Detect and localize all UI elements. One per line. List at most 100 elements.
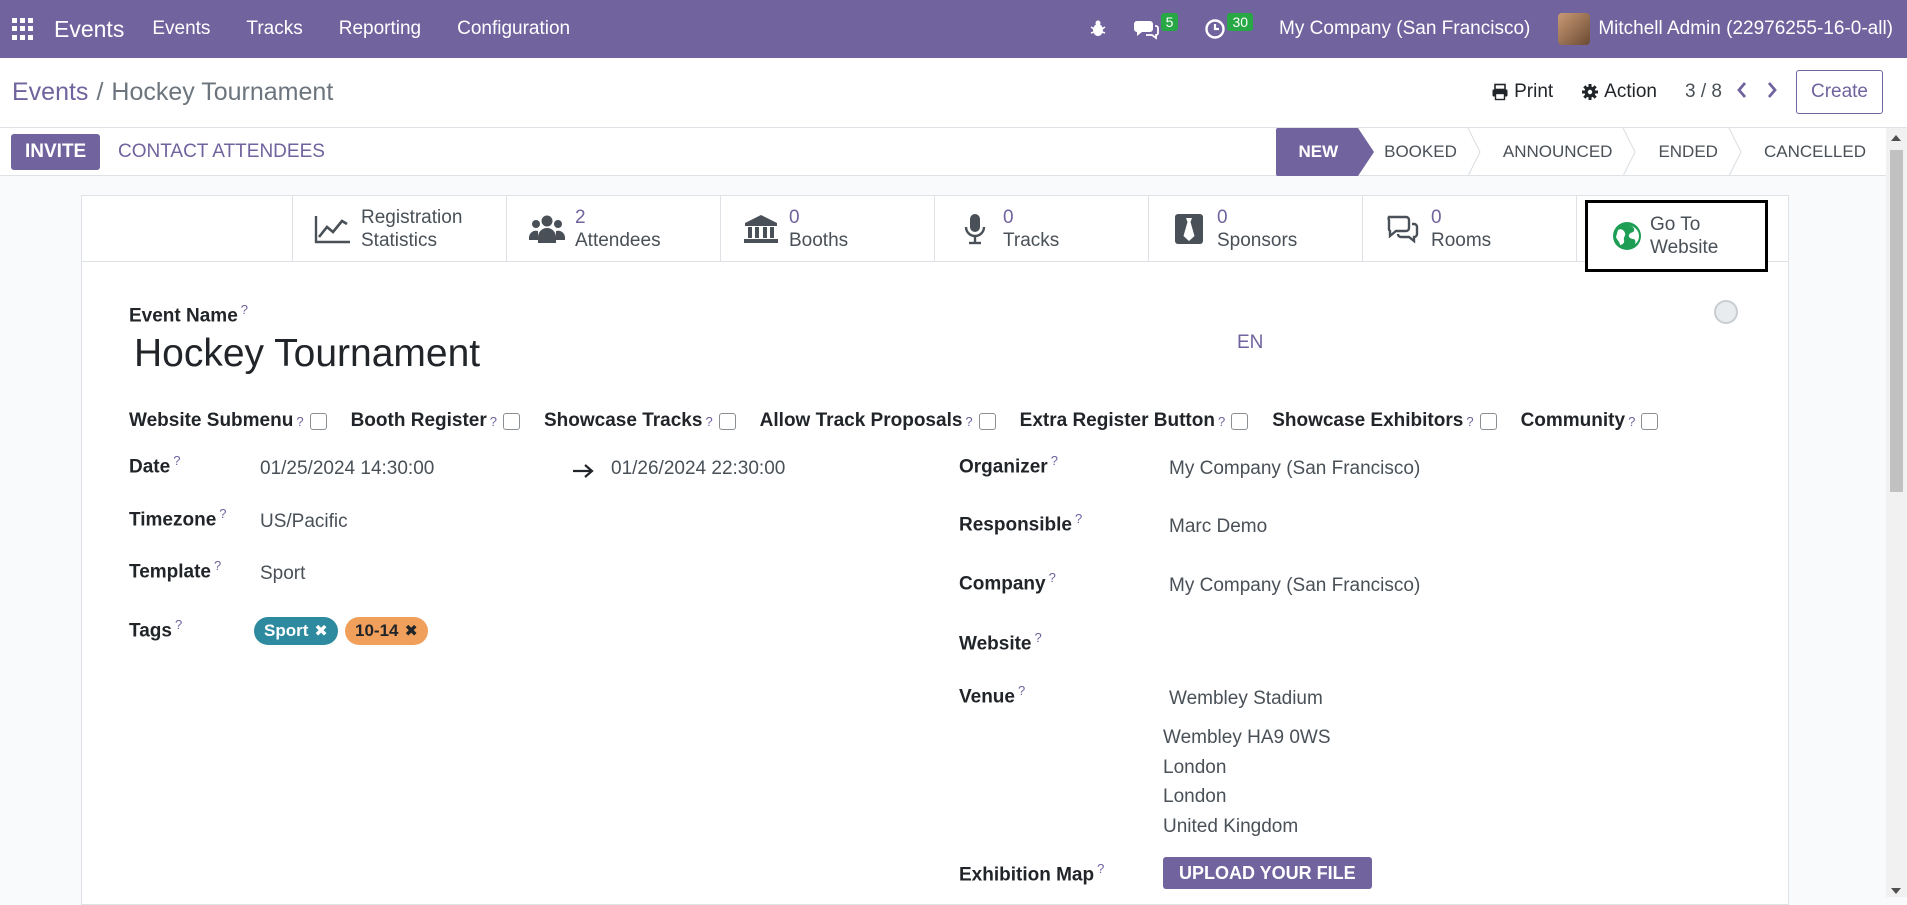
organizer-field[interactable]: My Company (San Francisco) (1169, 458, 1420, 480)
tag-remove-icon[interactable]: ✖ (404, 621, 417, 641)
community-option: Community? (1521, 410, 1659, 432)
booth-register-checkbox[interactable] (503, 412, 520, 430)
website-submenu-checkbox[interactable] (309, 412, 327, 430)
stage-new[interactable]: NEW (1276, 128, 1374, 176)
sponsors-button[interactable]: 0 Sponsors (1149, 196, 1363, 261)
responsible-label-text: Responsible (959, 514, 1072, 536)
stage-cancelled[interactable]: CANCELLED (1738, 128, 1886, 176)
pager-next-icon[interactable] (1766, 79, 1778, 105)
apps-grid-icon[interactable] (12, 18, 34, 40)
help-tooltip-mark[interactable]: ? (173, 453, 180, 468)
invite-button[interactable]: INVITE (11, 134, 101, 170)
tags-label-text: Tags (129, 620, 172, 642)
rooms-button[interactable]: 0 Rooms (1363, 196, 1577, 261)
showcase-tracks-label: Showcase Tracks (544, 410, 703, 431)
globe-icon (1612, 221, 1642, 251)
date-label-text: Date (129, 456, 171, 478)
help-tooltip-mark[interactable]: ? (1018, 683, 1025, 698)
company-field[interactable]: My Company (San Francisco) (1169, 575, 1420, 597)
menu-events[interactable]: Events (152, 18, 210, 40)
messages-button[interactable]: 5 (1133, 13, 1179, 40)
date-end-field[interactable]: 01/26/2024 22:30:00 (611, 458, 785, 480)
stage-booked[interactable]: BOOKED (1358, 128, 1481, 176)
tracks-label: Tracks (1003, 229, 1060, 251)
help-tooltip-mark[interactable]: ? (965, 414, 972, 429)
showcase-exhibitors-checkbox[interactable] (1479, 412, 1497, 430)
exhibition-map-label-text: Exhibition Map (959, 864, 1095, 886)
help-tooltip-mark[interactable]: ? (1049, 570, 1056, 585)
action-label: Action (1604, 81, 1657, 102)
upload-file-button[interactable]: UPLOAD YOUR FILE (1163, 857, 1372, 889)
template-label-text: Template (129, 561, 212, 583)
registration-statistics-button[interactable]: Registration Statistics (293, 196, 507, 261)
rooms-label: Rooms (1431, 229, 1492, 251)
bug-icon[interactable] (1088, 19, 1108, 39)
responsible-field[interactable]: Marc Demo (1169, 516, 1267, 538)
action-button[interactable]: Action (1581, 81, 1657, 103)
timezone-label-text: Timezone (129, 509, 217, 531)
help-tooltip-mark[interactable]: ? (1097, 861, 1104, 876)
tracks-button[interactable]: 0 Tracks (935, 196, 1149, 261)
extra-register-button-checkbox[interactable] (1231, 412, 1249, 430)
timezone-select[interactable]: US/Pacific (260, 511, 348, 533)
scroll-up-icon[interactable] (1891, 135, 1901, 141)
rooms-count: 0 (1431, 206, 1442, 228)
venue-field[interactable]: Wembley Stadium (1169, 688, 1323, 710)
stage-announced[interactable]: ANNOUNCED (1477, 128, 1637, 176)
scroll-down-icon[interactable] (1891, 888, 1901, 894)
stage-ended[interactable]: ENDED (1632, 128, 1742, 176)
help-tooltip-mark[interactable]: ? (214, 558, 221, 573)
print-button[interactable]: Print (1491, 81, 1553, 103)
help-tooltip-mark[interactable]: ? (1035, 630, 1042, 645)
showcase-tracks-checkbox[interactable] (718, 412, 736, 430)
help-tooltip-mark[interactable]: ? (175, 617, 182, 632)
booths-button[interactable]: 0 Booths (721, 196, 935, 261)
menu-tracks[interactable]: Tracks (246, 18, 302, 40)
date-label: Date? (129, 453, 180, 478)
menu-configuration[interactable]: Configuration (457, 18, 570, 40)
help-tooltip-mark[interactable]: ? (1466, 414, 1473, 429)
activities-count-badge: 30 (1227, 13, 1254, 31)
date-begin-field[interactable]: 01/25/2024 14:30:00 (260, 458, 434, 480)
scroll-thumb[interactable] (1890, 150, 1903, 492)
allow-track-proposals-checkbox[interactable] (978, 412, 996, 430)
contact-attendees-button[interactable]: CONTACT ATTENDEES (118, 134, 325, 170)
smart-button-spacer (82, 196, 293, 261)
community-checkbox[interactable] (1641, 412, 1659, 430)
help-tooltip-mark[interactable]: ? (490, 414, 497, 429)
pager-previous-icon[interactable] (1736, 79, 1748, 105)
breadcrumb-events-link[interactable]: Events (12, 78, 88, 106)
tag-remove-icon[interactable]: ✖ (314, 621, 327, 641)
attendees-button[interactable]: 2 Attendees (507, 196, 721, 261)
publish-status-toggle[interactable] (1714, 300, 1738, 324)
help-tooltip-mark[interactable]: ? (1051, 453, 1058, 468)
template-field[interactable]: Sport (260, 563, 305, 585)
user-menu[interactable]: Mitchell Admin (22976255-16-0-all) (1598, 18, 1893, 40)
help-tooltip-mark[interactable]: ? (1075, 511, 1082, 526)
help-tooltip-mark[interactable]: ? (705, 414, 712, 429)
company-switcher[interactable]: My Company (San Francisco) (1279, 18, 1530, 40)
pager-value[interactable]: 3 / 8 (1685, 81, 1722, 103)
activities-button[interactable]: 30 (1204, 13, 1254, 40)
create-button[interactable]: Create (1795, 70, 1883, 114)
gear-icon (1582, 84, 1599, 100)
responsible-label: Responsible? (959, 511, 1082, 536)
company-label: Company? (959, 570, 1056, 595)
print-icon (1492, 83, 1508, 101)
vertical-scrollbar[interactable] (1886, 128, 1907, 897)
help-tooltip-mark[interactable]: ? (296, 414, 303, 429)
language-selector[interactable]: EN (1237, 332, 1263, 354)
help-tooltip-mark[interactable]: ? (1218, 414, 1225, 429)
go-to-website-button[interactable]: Go To Website (1585, 200, 1768, 272)
avatar[interactable] (1558, 13, 1591, 45)
event-name-input[interactable]: Hockey Tournament (134, 332, 480, 376)
app-brand[interactable]: Events (54, 16, 124, 43)
venue-address-line: United Kingdom (1163, 816, 1299, 837)
users-icon (527, 214, 567, 244)
menu-reporting[interactable]: Reporting (339, 18, 421, 40)
help-tooltip-mark[interactable]: ? (241, 302, 248, 317)
help-tooltip-mark[interactable]: ? (219, 506, 226, 521)
help-tooltip-mark[interactable]: ? (1628, 414, 1635, 429)
stage-announced-label: ANNOUNCED (1502, 142, 1613, 161)
website-label-line2: Website (1650, 237, 1719, 258)
